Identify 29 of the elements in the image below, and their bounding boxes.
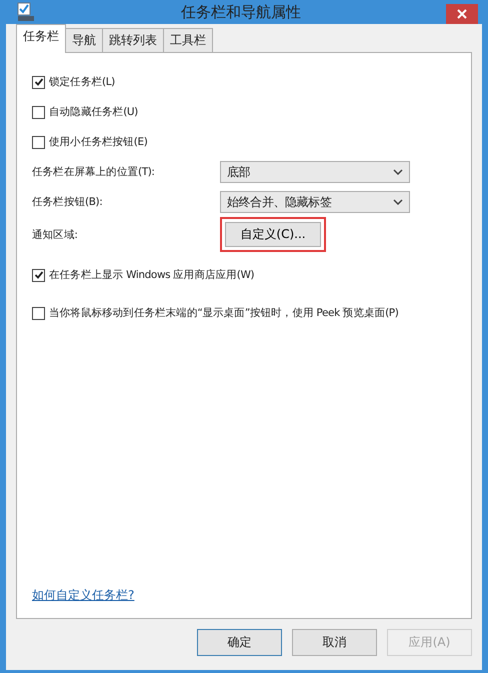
checkbox[interactable] xyxy=(32,106,45,118)
checkbox[interactable] xyxy=(32,76,45,88)
checkbox[interactable] xyxy=(32,136,45,148)
dialog-button[interactable]: 取消 xyxy=(292,629,377,656)
tab[interactable]: 任务栏 xyxy=(16,24,66,53)
checkbox[interactable] xyxy=(32,306,45,320)
checkbox-label[interactable]: 当你将鼠标移动到任务栏末端的“显示桌面”按钮时，使用 Peek 预览桌面(P) xyxy=(49,306,398,320)
field-label: 任务栏在屏幕上的位置(T): xyxy=(32,165,156,179)
tab[interactable]: 跳转列表 xyxy=(102,28,164,53)
dialog-button[interactable]: 确定 xyxy=(197,629,282,656)
checkbox-label[interactable]: 使用小任务栏按钮(E) xyxy=(49,135,148,149)
dropdown[interactable]: 始终合并、隐藏标签 xyxy=(220,191,410,213)
tab[interactable]: 工具栏 xyxy=(163,28,213,53)
chevron-down-icon xyxy=(393,199,403,205)
close-button[interactable] xyxy=(446,4,478,24)
dropdown[interactable]: 底部 xyxy=(220,161,410,183)
chevron-down-icon xyxy=(393,169,403,175)
checkbox-label[interactable]: 自动隐藏任务栏(U) xyxy=(49,105,138,119)
tab[interactable]: 导航 xyxy=(65,28,103,53)
field-label: 任务栏按钮(B): xyxy=(32,195,104,209)
checkbox-label[interactable]: 锁定任务栏(L) xyxy=(49,75,115,89)
taskbar-properties-icon xyxy=(16,2,36,22)
checkbox-label[interactable]: 在任务栏上显示 Windows 应用商店应用(W) xyxy=(49,268,254,282)
close-icon xyxy=(457,9,467,19)
window-title: 任务栏和导航属性 xyxy=(180,2,302,22)
field-label: 通知区域: xyxy=(32,228,79,242)
help-link[interactable]: 如何自定义任务栏? xyxy=(32,588,134,602)
customize-button[interactable]: 自定义(C)... xyxy=(225,222,321,247)
checkbox[interactable] xyxy=(32,268,45,282)
